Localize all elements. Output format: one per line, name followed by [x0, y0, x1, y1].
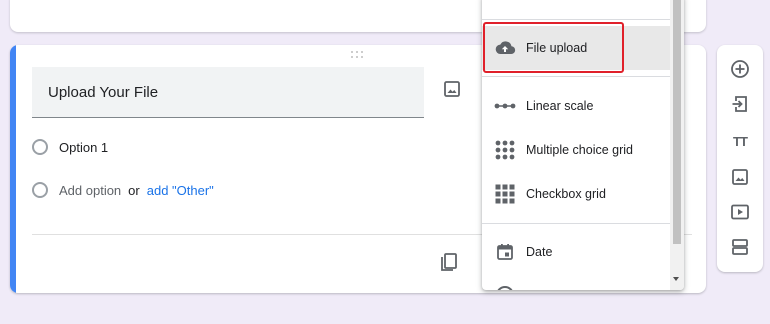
calendar-icon	[494, 241, 516, 263]
add-video-icon[interactable]	[728, 200, 752, 224]
or-text: or	[128, 182, 140, 198]
menu-divider	[482, 19, 670, 20]
linear-scale-icon	[494, 95, 516, 117]
menu-item-file-upload[interactable]: File upload	[482, 26, 670, 70]
question-title-input[interactable]	[46, 83, 410, 102]
menu-item-label: File upload	[526, 41, 588, 55]
menu-item-multiple-choice-grid[interactable]: Multiple choice grid	[482, 128, 670, 172]
menu-scrollbar-thumb[interactable]	[673, 0, 681, 244]
add-option-link[interactable]: Add option	[59, 183, 121, 198]
radio-circle-icon	[32, 139, 48, 155]
side-toolbar: TT	[717, 45, 763, 272]
time-icon	[496, 286, 514, 290]
menu-item-label: Checkbox grid	[526, 187, 606, 201]
menu-item-checkbox-grid[interactable]: Checkbox grid	[482, 172, 670, 216]
radio-circle-icon	[32, 182, 48, 198]
cloud-upload-icon	[494, 37, 516, 59]
menu-item-label: Date	[526, 245, 553, 259]
question-title-field[interactable]	[32, 67, 424, 118]
add-section-icon[interactable]	[728, 235, 752, 259]
add-image-icon[interactable]	[442, 79, 462, 99]
menu-item-date[interactable]: Date	[482, 230, 670, 274]
add-option-row[interactable]: Add option or add "Other"	[32, 182, 214, 198]
drag-handle-icon[interactable]	[351, 51, 365, 59]
checkbox-grid-icon	[494, 183, 516, 205]
duplicate-icon[interactable]	[438, 251, 460, 273]
add-other-link[interactable]: add "Other"	[147, 183, 214, 198]
option-label[interactable]: Option 1	[59, 140, 108, 155]
menu-item-label: Multiple choice grid	[526, 143, 633, 157]
option-row[interactable]: Option 1	[32, 139, 108, 155]
title-icon: TT	[733, 133, 748, 149]
menu-divider	[482, 76, 670, 77]
add-image-icon[interactable]	[728, 165, 752, 189]
import-questions-icon[interactable]	[728, 92, 752, 116]
menu-item-linear-scale[interactable]: Linear scale	[482, 84, 670, 128]
add-title-description-icon[interactable]: TT	[728, 129, 752, 153]
add-question-icon[interactable]	[728, 57, 752, 81]
active-accent-bar	[10, 45, 16, 293]
menu-divider	[482, 223, 670, 224]
menu-item-label: Linear scale	[526, 99, 594, 113]
question-type-menu[interactable]: File upload Linear scale Multiple choice…	[482, 0, 684, 290]
scroll-down-arrow-icon[interactable]	[673, 277, 679, 281]
multiple-choice-grid-icon	[494, 139, 516, 161]
